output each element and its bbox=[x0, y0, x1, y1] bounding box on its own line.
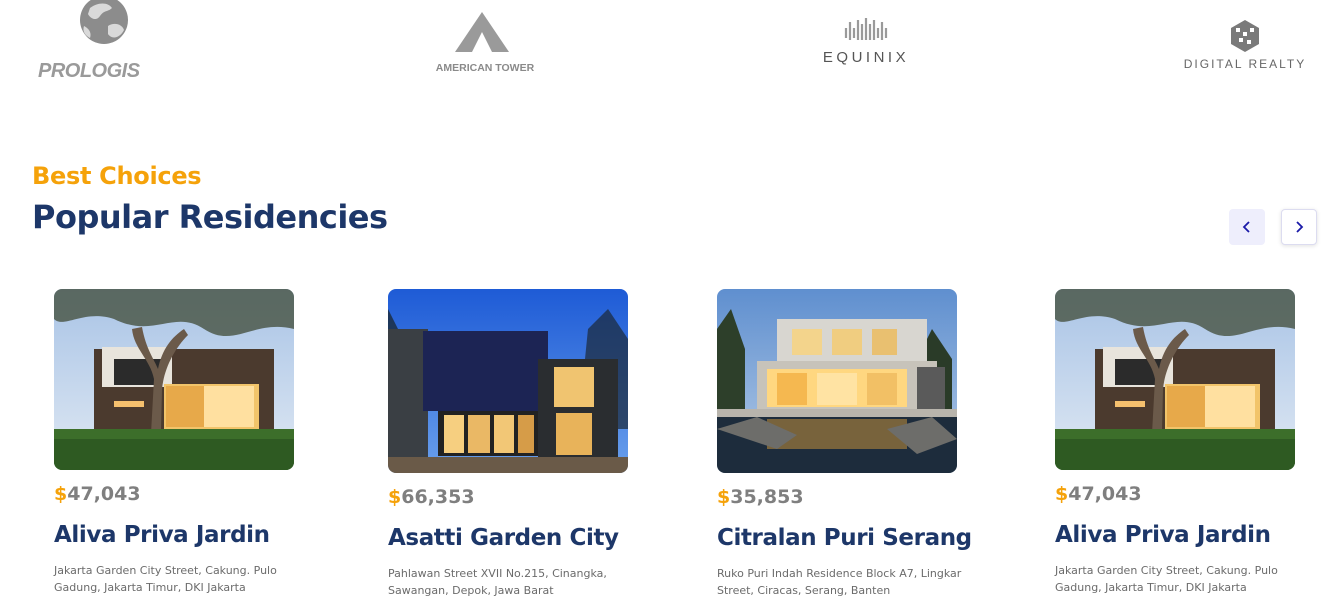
modern-house-with-tree-photo[interactable] bbox=[54, 289, 294, 470]
price-value: 66,353 bbox=[401, 486, 475, 508]
residency-card[interactable]: $35,853 Citralan Puri Serang Ruko Puri I… bbox=[717, 289, 1017, 599]
residency-card[interactable]: $66,353 Asatti Garden City Pahlawan Stre… bbox=[388, 289, 688, 599]
residency-address: Ruko Puri Indah Residence Block A7, Ling… bbox=[717, 567, 962, 597]
residency-card[interactable]: $47,043 Aliva Priva Jardin Jakarta Garde… bbox=[1055, 289, 1339, 596]
residency-name[interactable]: Asatti Garden City bbox=[388, 523, 688, 553]
price-value: 35,853 bbox=[730, 486, 804, 508]
residency-name[interactable]: Aliva Priva Jardin bbox=[1055, 520, 1339, 550]
residency-name[interactable]: Citralan Puri Serang bbox=[717, 523, 1017, 553]
svg-text:AMERICAN TOWER: AMERICAN TOWER bbox=[436, 62, 535, 74]
price: $47,043 bbox=[54, 482, 354, 506]
residency-address: Jakarta Garden City Street, Cakung. Pulo… bbox=[54, 564, 277, 594]
price: $47,043 bbox=[1055, 482, 1339, 506]
price-value: 47,043 bbox=[1068, 483, 1142, 505]
american-tower-triangle-icon bbox=[455, 12, 509, 52]
modern-house-at-dusk-photo[interactable] bbox=[388, 289, 628, 473]
currency-symbol: $ bbox=[1055, 483, 1069, 505]
price-value: 47,043 bbox=[67, 483, 141, 505]
section-title: Popular Residencies bbox=[32, 198, 388, 236]
digital-realty-cube-icon bbox=[1231, 20, 1259, 52]
carousel-prev-button[interactable] bbox=[1229, 209, 1265, 245]
svg-text:DIGITAL REALTY: DIGITAL REALTY bbox=[1184, 57, 1306, 71]
svg-text:EQUINIX: EQUINIX bbox=[823, 49, 909, 66]
equinix-waves-icon bbox=[844, 18, 888, 40]
price: $35,853 bbox=[717, 485, 1017, 509]
residency-address: Jakarta Garden City Street, Cakung. Pulo… bbox=[1055, 564, 1278, 594]
modern-house-with-pond-photo[interactable] bbox=[717, 289, 957, 473]
prologis-logo: PROLOGIS bbox=[38, 0, 141, 82]
section-eyebrow: Best Choices bbox=[32, 162, 202, 190]
currency-symbol: $ bbox=[388, 486, 402, 508]
american-tower-logo: AMERICAN TOWER bbox=[436, 12, 535, 74]
prologis-globe-icon bbox=[80, 0, 128, 44]
digital-realty-logo: DIGITAL REALTY bbox=[1184, 20, 1306, 71]
residency-address: Pahlawan Street XVII No.215, Cinangka, S… bbox=[388, 567, 607, 597]
equinix-logo: EQUINIX bbox=[823, 18, 909, 66]
residency-name[interactable]: Aliva Priva Jardin bbox=[54, 520, 354, 550]
modern-house-with-tree-photo[interactable] bbox=[1055, 289, 1295, 470]
currency-symbol: $ bbox=[717, 486, 731, 508]
chevron-right-icon bbox=[1296, 221, 1304, 233]
residency-card[interactable]: $47,043 Aliva Priva Jardin Jakarta Garde… bbox=[54, 289, 354, 596]
currency-symbol: $ bbox=[54, 483, 68, 505]
price: $66,353 bbox=[388, 485, 688, 509]
svg-text:PROLOGIS: PROLOGIS bbox=[38, 60, 141, 82]
chevron-left-icon bbox=[1242, 221, 1250, 233]
carousel-next-button[interactable] bbox=[1281, 209, 1317, 245]
